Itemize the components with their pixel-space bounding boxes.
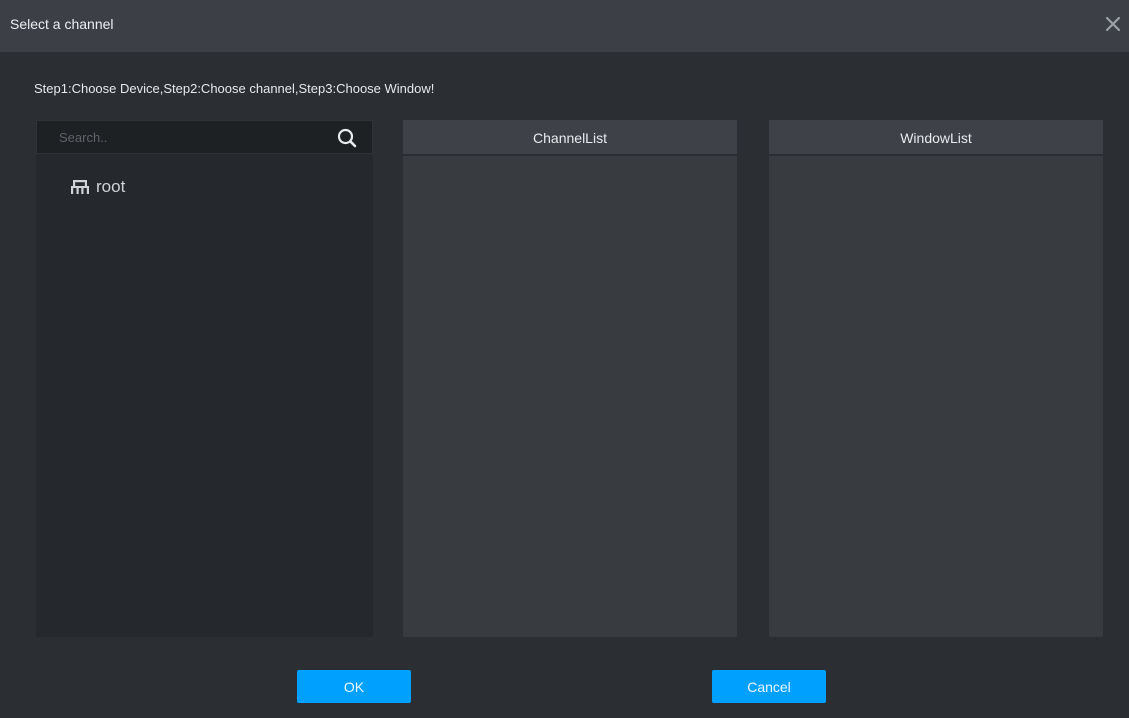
window-list-body[interactable] xyxy=(769,156,1103,637)
dialog-title: Select a channel xyxy=(10,16,114,32)
tree-node-root[interactable]: root xyxy=(70,176,125,198)
channel-list-header: ChannelList xyxy=(403,120,737,156)
title-bar: Select a channel xyxy=(0,0,1129,52)
device-tree-panel: root xyxy=(36,120,373,637)
channel-list-body[interactable] xyxy=(403,156,737,637)
window-list-panel: WindowList xyxy=(769,120,1103,637)
channel-list-panel: ChannelList xyxy=(403,120,737,637)
close-icon[interactable] xyxy=(1103,14,1123,34)
search-icon[interactable] xyxy=(336,127,358,149)
search-box xyxy=(36,120,373,154)
instruction-text: Step1:Choose Device,Step2:Choose channel… xyxy=(34,81,435,96)
tree-node-label: root xyxy=(96,177,126,196)
organization-icon xyxy=(70,178,90,196)
ok-button[interactable]: OK xyxy=(297,670,411,703)
window-list-header: WindowList xyxy=(769,120,1103,156)
search-input[interactable] xyxy=(37,121,327,153)
cancel-button[interactable]: Cancel xyxy=(712,670,826,703)
